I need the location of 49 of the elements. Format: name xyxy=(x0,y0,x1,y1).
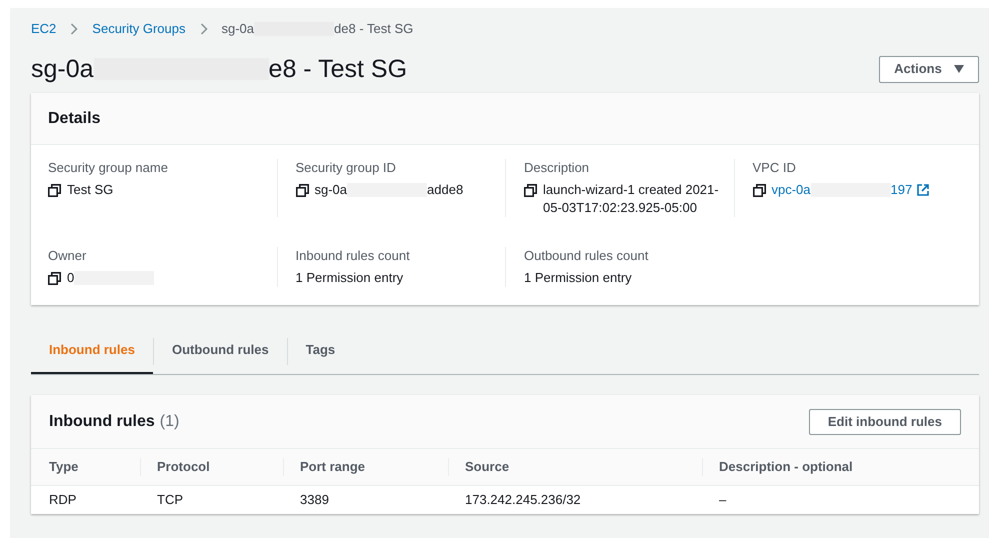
chevron-right-icon xyxy=(70,23,78,35)
column-header: Source xyxy=(465,458,510,476)
external-link-icon[interactable] xyxy=(917,184,930,196)
breadcrumb-link[interactable]: EC2 xyxy=(31,19,56,39)
field-label: VPC ID xyxy=(752,159,797,177)
tab[interactable]: Outbound rules xyxy=(154,328,287,374)
field-value: adde8 xyxy=(427,181,464,199)
page-title: e8 - Test SG xyxy=(268,54,408,84)
breadcrumb-current: de8 - Test SG xyxy=(334,20,414,38)
table-cell: 3389 xyxy=(300,492,329,508)
column-header: Port range xyxy=(300,458,366,476)
caret-down-icon xyxy=(954,65,964,73)
field-value: launch-wizard-1 created 2021-05-03T17:02:23.925-05:00 xyxy=(543,181,720,217)
field-value: 1 Permission entry xyxy=(524,269,632,287)
column-header: Protocol xyxy=(157,458,210,476)
column-header: Type xyxy=(49,458,78,476)
tab[interactable]: Inbound rules xyxy=(31,328,153,374)
field-label: Description xyxy=(524,159,590,177)
field-value: Test SG xyxy=(67,181,114,199)
copy-icon[interactable] xyxy=(48,184,61,197)
field-label: Outbound rules count xyxy=(524,247,650,265)
rule-count: (1) xyxy=(160,412,180,432)
copy-icon[interactable] xyxy=(48,272,61,285)
field-label: Security group name xyxy=(48,159,169,177)
table-cell: RDP xyxy=(49,492,76,508)
copy-icon[interactable] xyxy=(524,184,537,197)
copy-icon[interactable] xyxy=(752,184,766,197)
column-header: Description - optional xyxy=(719,458,853,476)
vpc-link[interactable]: 197 xyxy=(890,181,912,199)
table-cell: 173.242.245.236/32 xyxy=(465,492,581,508)
edit-inbound-rules-button[interactable]: Edit inbound rules xyxy=(808,408,961,434)
field-label: Inbound rules count xyxy=(296,247,411,265)
table-cell: – xyxy=(719,492,726,508)
actions-button[interactable]: Actions xyxy=(879,56,979,82)
breadcrumb-link[interactable]: Security Groups xyxy=(92,19,186,39)
field-label: Security group ID xyxy=(296,159,397,177)
tab[interactable]: Tags xyxy=(288,328,354,374)
field-label: Owner xyxy=(48,247,88,265)
field-value: sg-0a xyxy=(314,181,348,199)
copy-icon[interactable] xyxy=(296,184,308,197)
card-heading: Inbound rules xyxy=(49,412,155,432)
chevron-right-icon xyxy=(200,23,208,35)
page-title: sg-0a xyxy=(31,54,94,84)
vpc-link[interactable]: vpc-0a xyxy=(772,181,811,199)
field-value: 0 xyxy=(67,269,74,287)
breadcrumb-current: sg-0a xyxy=(222,20,254,38)
card-heading: Details xyxy=(48,108,100,128)
field-value: 1 Permission entry xyxy=(296,269,404,287)
table-cell: TCP xyxy=(157,492,183,508)
